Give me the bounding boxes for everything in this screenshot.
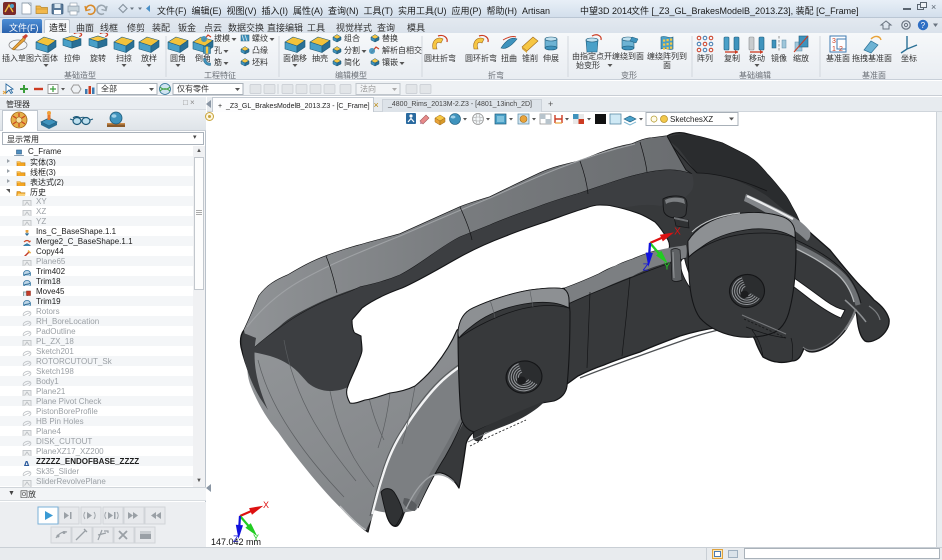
svg-text:Z: Z	[643, 262, 649, 273]
svg-text:1: 1	[832, 46, 836, 53]
svg-text:筋: 筋	[214, 57, 222, 67]
svg-text:仅有零件: 仅有零件	[177, 84, 209, 94]
svg-text:基准面: 基准面	[862, 70, 886, 80]
svg-text:基础编辑: 基础编辑	[739, 70, 771, 80]
svg-text:锥削: 锥削	[522, 53, 538, 63]
svg-text:基础造型: 基础造型	[64, 70, 96, 80]
svg-text:147.042 mm: 147.042 mm	[211, 537, 261, 547]
svg-text:镜像: 镜像	[771, 53, 787, 63]
svg-text:始变形: 始变形	[576, 60, 600, 70]
svg-text:3: 3	[832, 38, 836, 45]
svg-text:面: 面	[663, 61, 671, 70]
svg-text:倒角: 倒角	[195, 53, 211, 63]
svg-text:坯料: 坯料	[252, 57, 268, 67]
svg-text:扫掠: 扫掠	[116, 53, 132, 63]
svg-text:编辑模型: 编辑模型	[335, 70, 367, 80]
svg-text:法向: 法向	[360, 84, 376, 94]
svg-text:基准面: 基准面	[826, 53, 850, 63]
svg-text:缠绕到面: 缠绕到面	[612, 51, 644, 61]
svg-text:拖拽基准面: 拖拽基准面	[852, 53, 892, 63]
svg-text:螺纹: 螺纹	[252, 33, 268, 43]
svg-text:工程特征: 工程特征	[204, 70, 236, 80]
svg-text:镶嵌: 镶嵌	[382, 57, 398, 67]
svg-text:组合: 组合	[344, 33, 360, 43]
svg-text:解析自相交: 解析自相交	[382, 45, 422, 55]
svg-text:简化: 简化	[344, 57, 360, 67]
svg-text:扭曲: 扭曲	[501, 53, 517, 63]
svg-text:由指定点开: 由指定点开	[572, 51, 612, 61]
svg-text:圆角: 圆角	[170, 53, 186, 63]
svg-text:Y: Y	[664, 261, 671, 272]
svg-text:拔模: 拔模	[214, 33, 230, 43]
svg-text:伸展: 伸展	[543, 53, 559, 63]
svg-text:阵列: 阵列	[697, 53, 713, 63]
svg-text:变形: 变形	[621, 70, 637, 80]
svg-text:折弯: 折弯	[488, 70, 504, 80]
svg-text:旋转: 旋转	[90, 53, 106, 63]
svg-text:2: 2	[839, 46, 843, 53]
svg-text:缩放: 缩放	[793, 53, 809, 63]
svg-text:?: ?	[921, 21, 926, 30]
svg-text:复制: 复制	[724, 53, 740, 63]
svg-text:圆柱折弯: 圆柱折弯	[424, 53, 456, 63]
svg-text:抽壳: 抽壳	[312, 53, 328, 63]
svg-text:放样: 放样	[141, 53, 157, 63]
svg-text:凸缘: 凸缘	[252, 45, 268, 55]
svg-text:圆环折弯: 圆环折弯	[465, 53, 497, 63]
svg-text:X: X	[263, 500, 269, 510]
svg-text:移动: 移动	[749, 53, 765, 63]
svg-text:孔: 孔	[214, 46, 222, 55]
svg-text:六面体: 六面体	[34, 53, 58, 63]
svg-text:坐标: 坐标	[901, 53, 917, 63]
svg-text:分割: 分割	[344, 45, 360, 55]
svg-text:全部: 全部	[101, 84, 117, 94]
svg-text:拉伸: 拉伸	[64, 53, 80, 63]
svg-text:缠绕阵列到: 缠绕阵列到	[647, 51, 687, 61]
svg-text:面偏移: 面偏移	[283, 53, 307, 63]
svg-text:插入草图: 插入草图	[2, 53, 34, 63]
svg-text:替换: 替换	[382, 33, 398, 43]
svg-text:X: X	[674, 227, 681, 238]
